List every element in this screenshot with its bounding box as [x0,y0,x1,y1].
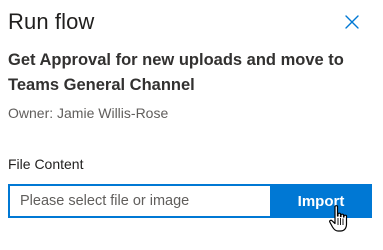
flow-name: Get Approval for new uploads and move to… [8,51,344,94]
run-flow-panel: Run flow Get Approval for new uploads an… [0,0,383,250]
panel-title: Run flow [8,9,95,34]
import-button[interactable]: Import [270,184,372,218]
file-content-input[interactable] [8,184,270,218]
close-icon [344,14,360,30]
close-button[interactable] [340,10,364,34]
flow-owner: Owner: Jamie Willis-Rose [8,105,169,121]
file-content-label: File Content [8,156,84,172]
